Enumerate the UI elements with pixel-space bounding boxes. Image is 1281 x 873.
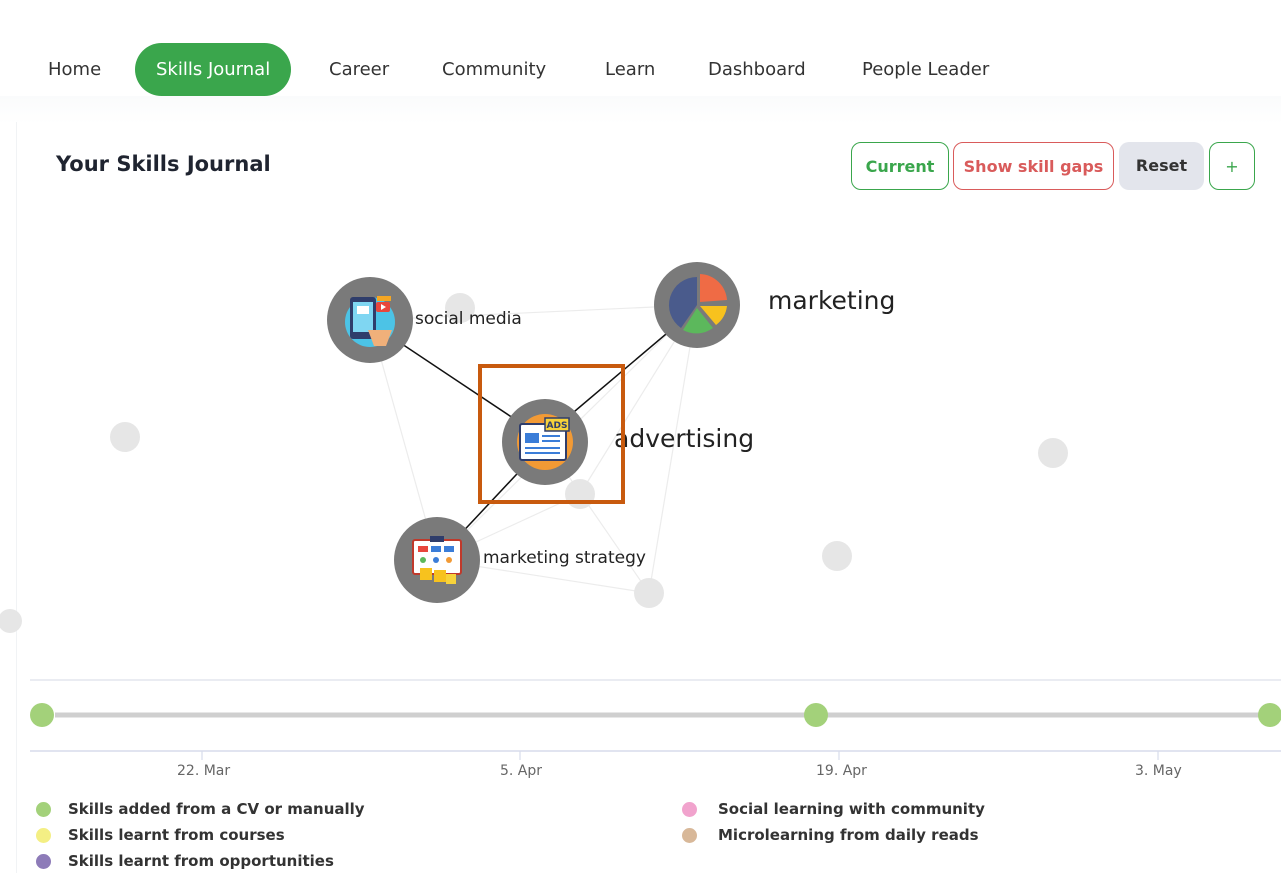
timeline [30,679,1281,760]
legend-dot-social [682,802,697,817]
legend-dot-courses [36,828,51,843]
legend-dot-microlearning [682,828,697,843]
timeline-marker[interactable] [804,703,828,727]
legend-item-opportunities: Skills learnt from opportunities [68,852,334,870]
legend-item-microlearning: Microlearning from daily reads [718,826,979,844]
legend-dot-opportunities [36,854,51,869]
timeline-marker[interactable] [30,703,54,727]
axis-tick-label: 3. May [1135,763,1182,779]
legend-item-courses: Skills learnt from courses [68,826,285,844]
legend-item-cv: Skills added from a CV or manually [68,800,365,818]
legend-item-social: Social learning with community [718,800,985,818]
timeline-marker[interactable] [1258,703,1281,727]
axis-tick-label: 22. Mar [177,763,231,779]
axis-tick-label: 19. Apr [816,763,867,779]
legend-dot-cv [36,802,51,817]
axis-tick-label: 5. Apr [500,763,543,779]
